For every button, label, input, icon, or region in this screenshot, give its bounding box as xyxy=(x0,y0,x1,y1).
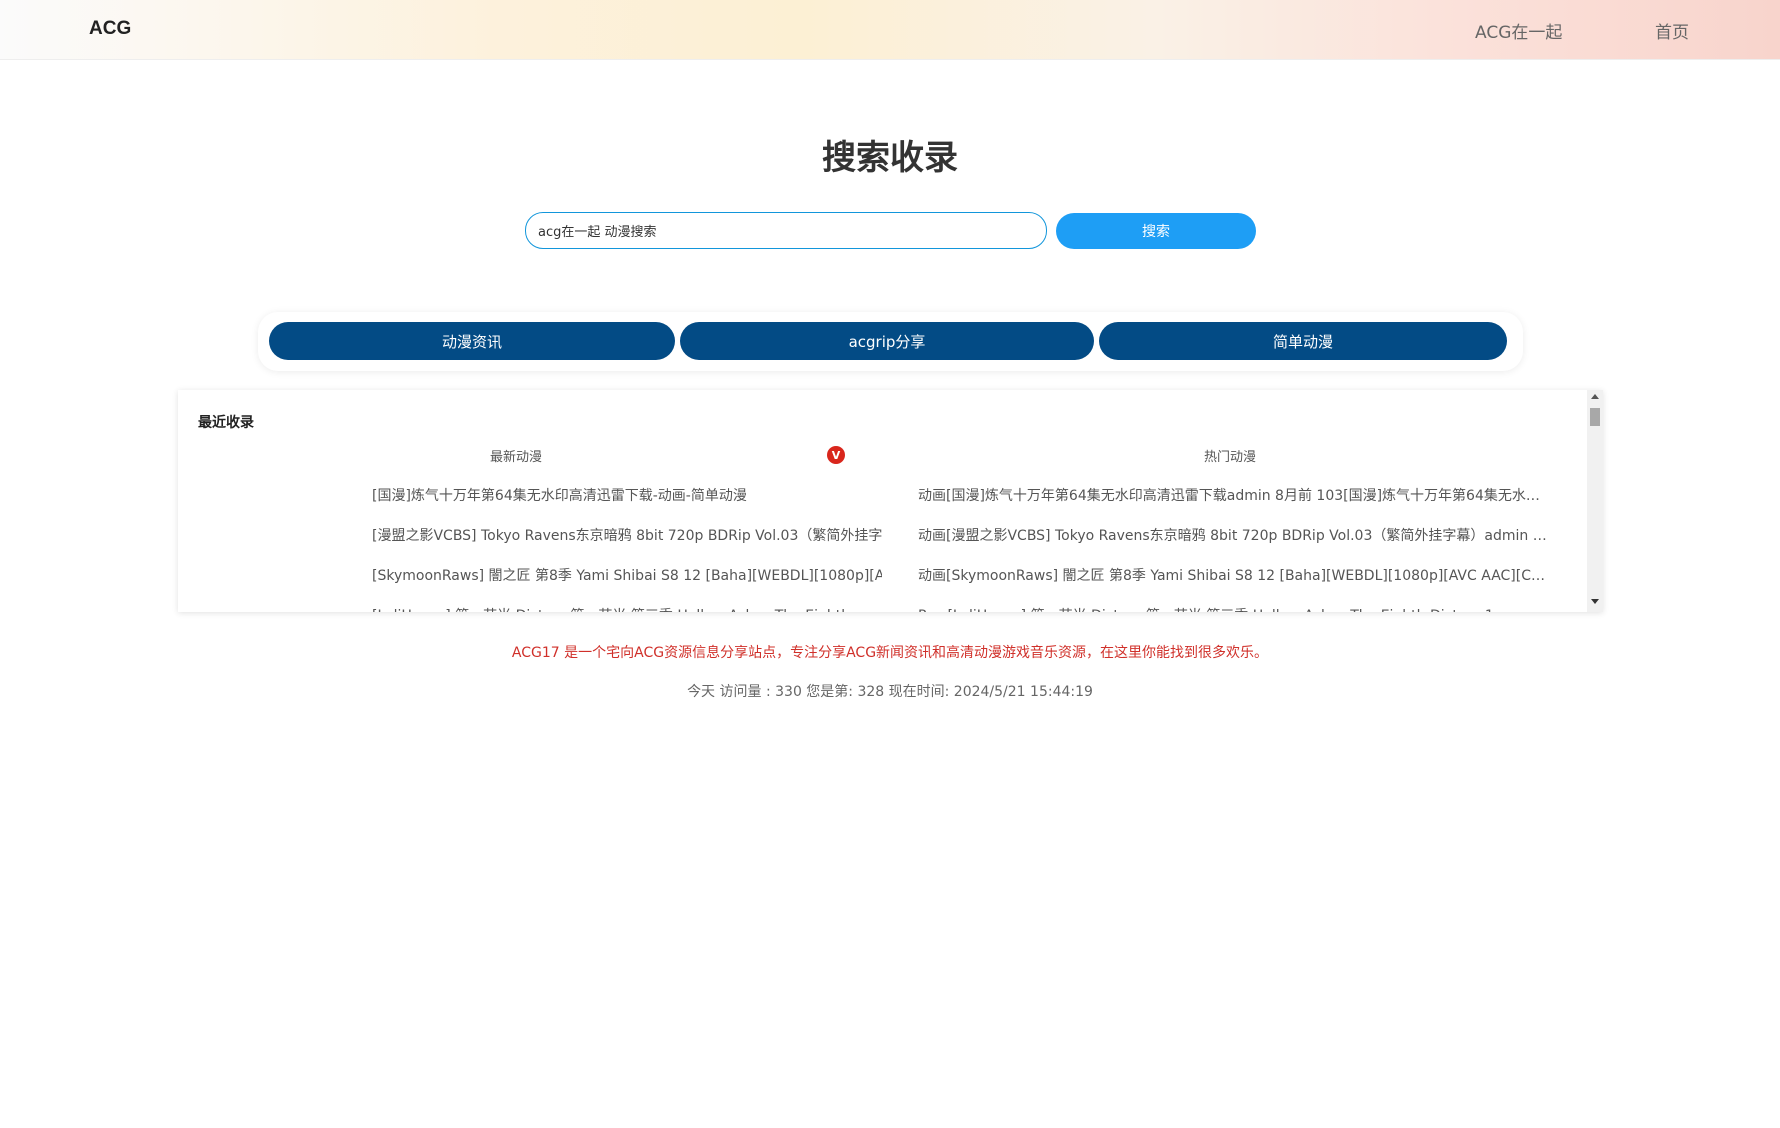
list-item[interactable]: [LoliHouse] 第一节当 Dictum 第一节当 第三季 Hollow … xyxy=(372,596,882,612)
recent-collection-panel: 最近收录 最新动漫 V 热门动漫 [国漫]炼气十万年第64集无水印高清迅雷下载-… xyxy=(178,390,1603,612)
category-acgrip-button[interactable]: acgrip分享 xyxy=(680,322,1094,360)
page-title: 搜索收录 xyxy=(822,138,958,178)
scroll-down-arrow-icon[interactable] xyxy=(1591,599,1599,604)
list-item[interactable]: 动画[漫盟之影VCBS] Tokyo Ravens东京暗鸦 8bit 720p … xyxy=(918,516,1553,556)
hot-anime-list: 动画[国漫]炼气十万年第64集无水印高清迅雷下载admin 8月前 103[国漫… xyxy=(918,476,1553,612)
site-logo[interactable]: ACG xyxy=(89,18,131,40)
search-input[interactable] xyxy=(525,212,1047,249)
latest-anime-header: 最新动漫 xyxy=(490,450,543,465)
site-tagline: ACG17 是一个宅向ACG资源信息分享站点，专注分享ACG新闻资讯和高清动漫游… xyxy=(511,645,1269,661)
list-item[interactable]: 动画[SkymoonRaws] 闇之匠 第8季 Yami Shibai S8 1… xyxy=(918,556,1553,596)
hot-anime-header: 热门动漫 xyxy=(1204,450,1257,465)
latest-anime-list: [国漫]炼气十万年第64集无水印高清迅雷下载-动画-简单动漫 [漫盟之影VCBS… xyxy=(372,476,882,612)
list-item[interactable]: [漫盟之影VCBS] Tokyo Ravens东京暗鸦 8bit 720p BD… xyxy=(372,516,882,556)
list-item[interactable]: 动画[国漫]炼气十万年第64集无水印高清迅雷下载admin 8月前 103[国漫… xyxy=(918,476,1553,516)
category-anime-news-button[interactable]: 动漫资讯 xyxy=(269,322,675,360)
top-nav-bar: ACG ACG在一起 首页 xyxy=(0,0,1780,60)
list-item[interactable]: [国漫]炼气十万年第64集无水印高清迅雷下载-动画-简单动漫 xyxy=(372,476,882,516)
category-simple-anime-button[interactable]: 简单动漫 xyxy=(1099,322,1507,360)
scroll-up-arrow-icon[interactable] xyxy=(1591,394,1599,399)
nav-link-home[interactable]: 首页 xyxy=(1655,18,1689,43)
nav-link-acg-together[interactable]: ACG在一起 xyxy=(1475,18,1562,43)
visit-stats: 今天 访问量 : 330 您是第: 328 现在时间: 2024/5/21 15… xyxy=(687,684,1093,700)
list-item[interactable]: [SkymoonRaws] 闇之匠 第8季 Yami Shibai S8 12 … xyxy=(372,556,882,596)
category-bar: 动漫资讯 acgrip分享 简单动漫 xyxy=(258,312,1523,371)
v-badge-icon[interactable]: V xyxy=(827,446,845,464)
recent-collection-title: 最近收录 xyxy=(198,415,254,431)
search-button[interactable]: 搜索 xyxy=(1056,213,1256,249)
list-item[interactable]: Raw[LoliHouse] 第一节当 Dictum 第一节当 第三季 Holl… xyxy=(918,596,1553,612)
panel-scrollbar[interactable] xyxy=(1587,390,1603,612)
scrollbar-thumb[interactable] xyxy=(1590,408,1600,426)
